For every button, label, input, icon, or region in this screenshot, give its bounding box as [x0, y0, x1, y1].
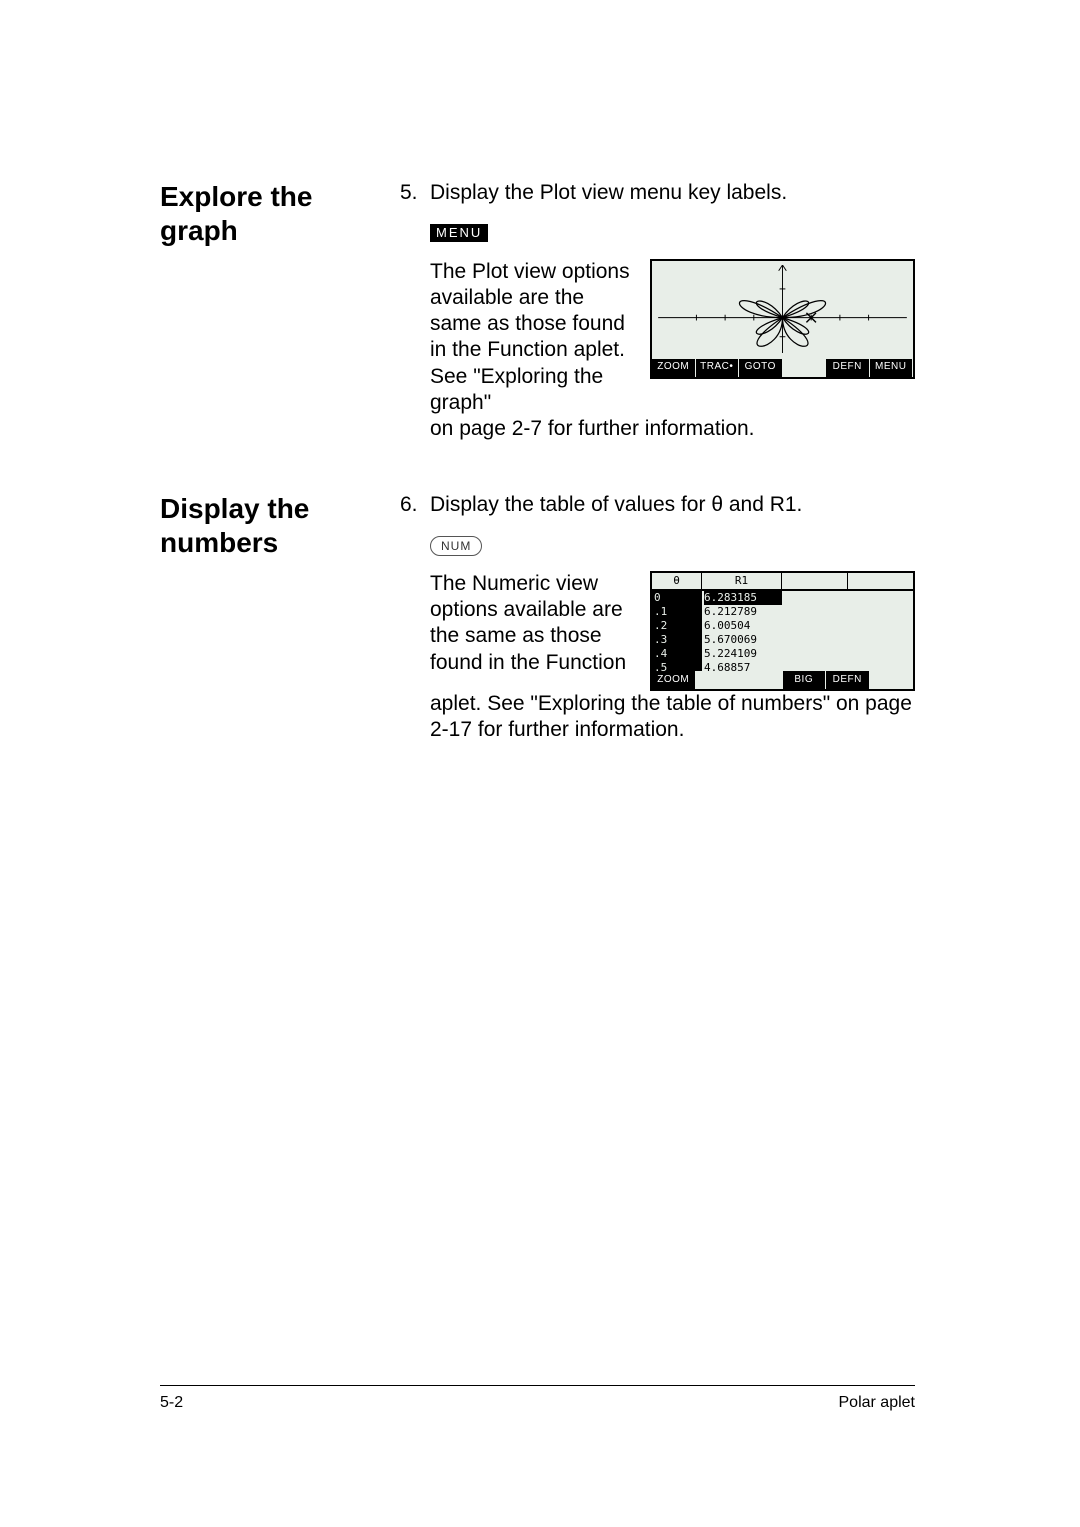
col-blank2	[848, 573, 913, 589]
numeric-menubar: ZOOM BIG DEFN	[652, 671, 913, 689]
r1-row: 5.670069	[704, 633, 782, 647]
menubar-defn: DEFN	[826, 671, 870, 689]
menubar-empty	[870, 671, 914, 689]
plot-screenshot: ZOOM TRAC• GOTO DEFN MENU	[650, 259, 915, 379]
step-text: Display the Plot view menu key labels.	[430, 180, 787, 206]
theta-row: .4	[654, 647, 702, 661]
menubar-zoom: ZOOM	[652, 359, 696, 377]
menu-key-icon: MENU	[430, 224, 488, 242]
step-6: 6. Display the table of values for θ and…	[400, 492, 915, 743]
menubar-big: BIG	[783, 671, 827, 689]
menubar-trac: TRAC•	[696, 359, 740, 377]
menubar-menu: MENU	[870, 359, 914, 377]
menubar-defn: DEFN	[826, 359, 870, 377]
plot-options-text-continued: on page 2-7 for further information.	[430, 416, 915, 442]
numeric-options-text-continued: aplet. See "Exploring the table of numbe…	[430, 691, 915, 744]
col-blank1	[782, 573, 848, 589]
r1-values: 6.283185 6.212789 6.00504 5.670069 5.224…	[702, 591, 782, 675]
heading-explore-graph: Explore the graph	[160, 180, 380, 442]
menubar-empty	[696, 671, 740, 689]
numeric-screenshot: θ R1 0 .1 .2 .3 .4 .5 6.283185	[650, 571, 915, 691]
menubar-goto: GOTO	[739, 359, 783, 377]
step-text: Display the table of values for θ and R1…	[430, 492, 802, 518]
step-5: 5. Display the Plot view menu key labels…	[400, 180, 915, 442]
step-number: 6.	[400, 492, 422, 518]
menubar-empty	[783, 359, 827, 377]
r1-row: 5.224109	[704, 647, 782, 661]
menubar-empty	[739, 671, 783, 689]
page-footer: 5-2 Polar aplet	[160, 1385, 915, 1412]
r1-row: 6.283185	[704, 591, 782, 605]
page-number: 5-2	[160, 1394, 183, 1412]
aplet-title: Polar aplet	[839, 1394, 916, 1412]
menubar-zoom: ZOOM	[652, 671, 696, 689]
step-number: 5.	[400, 180, 422, 206]
heading-display-numbers: Display the numbers	[160, 492, 380, 743]
theta-row: .1	[654, 605, 702, 619]
theta-row: 0	[654, 591, 702, 605]
theta-row: .3	[654, 633, 702, 647]
r1-row: 6.212789	[704, 605, 782, 619]
r1-row: 6.00504	[704, 619, 782, 633]
num-key-icon: NUM	[430, 536, 482, 556]
plot-menubar: ZOOM TRAC• GOTO DEFN MENU	[652, 359, 913, 377]
col-theta: θ	[652, 573, 702, 589]
theta-values: 0 .1 .2 .3 .4 .5	[652, 591, 702, 675]
numeric-options-text: The Numeric view options available are t…	[430, 571, 632, 676]
theta-row: .2	[654, 619, 702, 633]
col-r1: R1	[702, 573, 782, 589]
plot-options-text: The Plot view options available are the …	[430, 259, 632, 417]
